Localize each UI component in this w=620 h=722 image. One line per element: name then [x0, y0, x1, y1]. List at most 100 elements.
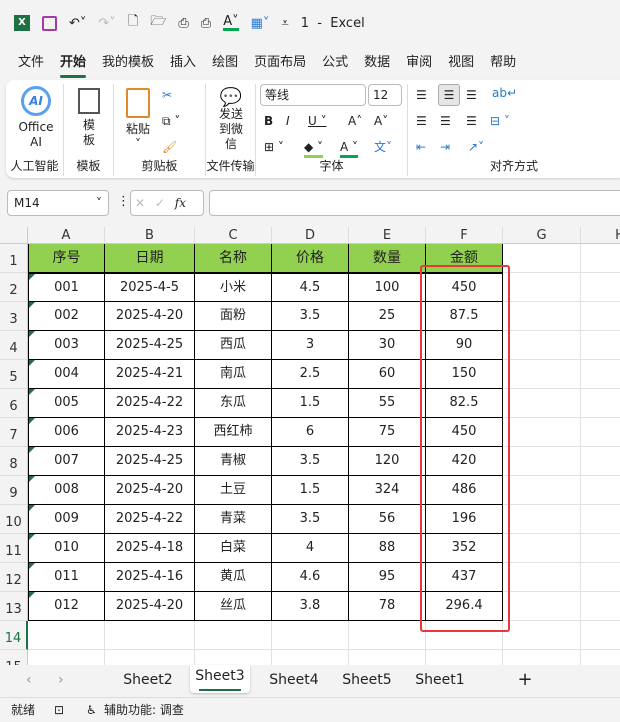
table-cell[interactable]: 30 [349, 331, 426, 360]
table-cell[interactable]: 2025-4-16 [105, 563, 195, 592]
freeze-panes-icon[interactable]: ▦˅ [251, 16, 270, 31]
template-button[interactable]: 模板 [74, 88, 104, 148]
table-cell[interactable]: 2025-4-21 [105, 360, 195, 389]
row-header-4[interactable]: 4 [0, 331, 28, 360]
empty-cell[interactable] [105, 650, 195, 665]
table-cell[interactable]: 95 [349, 563, 426, 592]
align-top-icon[interactable]: ☰ [416, 88, 427, 103]
empty-cell[interactable] [503, 621, 581, 650]
increase-font-icon[interactable]: A˄ [348, 114, 362, 129]
empty-cell[interactable] [581, 273, 620, 302]
row-header-5[interactable]: 5 [0, 360, 28, 389]
empty-cell[interactable] [503, 360, 581, 389]
table-cell[interactable]: 006 [28, 418, 105, 447]
sheet-tab-sheet2[interactable]: Sheet2 [118, 669, 178, 693]
row-header-1[interactable]: 1 [0, 244, 28, 273]
empty-cell[interactable] [581, 534, 620, 563]
empty-cell[interactable] [581, 650, 620, 665]
tab-insert[interactable]: 插入 [162, 52, 204, 76]
table-cell[interactable]: 56 [349, 505, 426, 534]
open-folder-icon[interactable]: 🗁 [150, 12, 166, 34]
row-header-3[interactable]: 3 [0, 302, 28, 331]
scroll-left-icon[interactable]: ‹ [26, 669, 32, 693]
cancel-icon[interactable]: ✕ [135, 196, 145, 210]
empty-cell[interactable] [503, 418, 581, 447]
macro-record-icon[interactable]: ⊡ [54, 698, 64, 722]
empty-cell[interactable] [581, 505, 620, 534]
sheet-tab-sheet5[interactable]: Sheet5 [337, 669, 397, 693]
tab-view[interactable]: 视图 [440, 52, 482, 76]
empty-cell[interactable] [581, 331, 620, 360]
paste-button[interactable]: 粘贴 ˅ [122, 88, 154, 152]
table-cell[interactable]: 012 [28, 592, 105, 621]
row-header-2[interactable]: 2 [0, 273, 28, 302]
table-cell[interactable]: 100 [349, 273, 426, 302]
table-cell[interactable]: 005 [28, 389, 105, 418]
fill-color-icon[interactable]: ◆ ˅ [304, 140, 324, 158]
add-sheet-button[interactable]: + [515, 669, 535, 693]
decrease-font-icon[interactable]: A˅ [374, 114, 388, 129]
table-cell[interactable]: 88 [349, 534, 426, 563]
column-header-b[interactable]: B [105, 227, 195, 244]
print-preview-icon[interactable]: ⎙ [178, 16, 188, 31]
select-all-corner[interactable] [0, 227, 28, 244]
table-cell[interactable]: 2025-4-20 [105, 302, 195, 331]
borders-icon[interactable]: ⊞ ˅ [264, 140, 284, 155]
row-header-8[interactable]: 8 [0, 447, 28, 476]
table-cell[interactable]: 土豆 [195, 476, 272, 505]
row-header-10[interactable]: 10 [0, 505, 28, 534]
table-cell[interactable]: 3 [272, 331, 349, 360]
empty-cell[interactable] [28, 650, 105, 665]
customize-qat-icon[interactable]: ⩡ [281, 16, 288, 31]
header-cell[interactable]: 日期 [105, 244, 195, 273]
table-cell[interactable]: 1.5 [272, 476, 349, 505]
wrap-text-icon[interactable]: ab↵ [492, 86, 517, 101]
column-header-a[interactable]: A [28, 227, 105, 244]
empty-cell[interactable] [349, 650, 426, 665]
table-cell[interactable]: 青椒 [195, 447, 272, 476]
empty-cell[interactable] [581, 418, 620, 447]
empty-cell[interactable] [581, 360, 620, 389]
table-cell[interactable]: 60 [349, 360, 426, 389]
font-size-select[interactable]: 12 [368, 84, 402, 106]
empty-cell[interactable] [503, 650, 581, 665]
empty-cell[interactable] [503, 534, 581, 563]
column-header-h[interactable]: H [581, 227, 620, 244]
tab-page-layout[interactable]: 页面布局 [246, 52, 314, 76]
table-cell[interactable]: 2025-4-22 [105, 389, 195, 418]
table-cell[interactable]: 55 [349, 389, 426, 418]
name-box[interactable]: M14 ˅ [7, 190, 109, 216]
table-cell[interactable]: 003 [28, 331, 105, 360]
phonetic-icon[interactable]: 文˅ [374, 140, 392, 155]
align-left-icon[interactable]: ☰ [416, 114, 427, 129]
empty-cell[interactable] [195, 650, 272, 665]
header-cell[interactable]: 价格 [272, 244, 349, 273]
more-icon[interactable]: ⋮ [117, 194, 130, 209]
sheet-tab-sheet1[interactable]: Sheet1 [410, 669, 470, 693]
row-header-7[interactable]: 7 [0, 418, 28, 447]
table-cell[interactable]: 001 [28, 273, 105, 302]
table-cell[interactable]: 西瓜 [195, 331, 272, 360]
row-header-6[interactable]: 6 [0, 389, 28, 418]
tab-my-templates[interactable]: 我的模板 [94, 52, 162, 76]
table-cell[interactable]: 2025-4-20 [105, 592, 195, 621]
send-wechat-button[interactable]: 💬 发送到微信 [214, 89, 248, 152]
format-painter-icon[interactable]: 🖌 [162, 140, 177, 155]
tab-home[interactable]: 开始 [52, 52, 94, 78]
table-cell[interactable]: 3.5 [272, 447, 349, 476]
table-cell[interactable]: 东瓜 [195, 389, 272, 418]
row-header-12[interactable]: 12 [0, 563, 28, 592]
accessibility-status[interactable]: 辅助功能: 调查 [104, 698, 184, 722]
align-right-icon[interactable]: ☰ [466, 114, 477, 129]
table-cell[interactable]: 黄瓜 [195, 563, 272, 592]
table-cell[interactable]: 120 [349, 447, 426, 476]
column-header-d[interactable]: D [272, 227, 349, 244]
align-center-icon[interactable]: ☰ [440, 114, 451, 129]
spreadsheet-grid[interactable]: 序号 日期 名称 价格 数量 金额 001 2025-4-5 小米 4.5 100 450 002 202… [0, 227, 620, 665]
column-header-e[interactable]: E [349, 227, 426, 244]
table-cell[interactable]: 78 [349, 592, 426, 621]
formula-bar-input[interactable] [209, 190, 620, 216]
table-cell[interactable]: 2025-4-5 [105, 273, 195, 302]
empty-cell[interactable] [272, 621, 349, 650]
decrease-indent-icon[interactable]: ⇤ [416, 140, 426, 155]
